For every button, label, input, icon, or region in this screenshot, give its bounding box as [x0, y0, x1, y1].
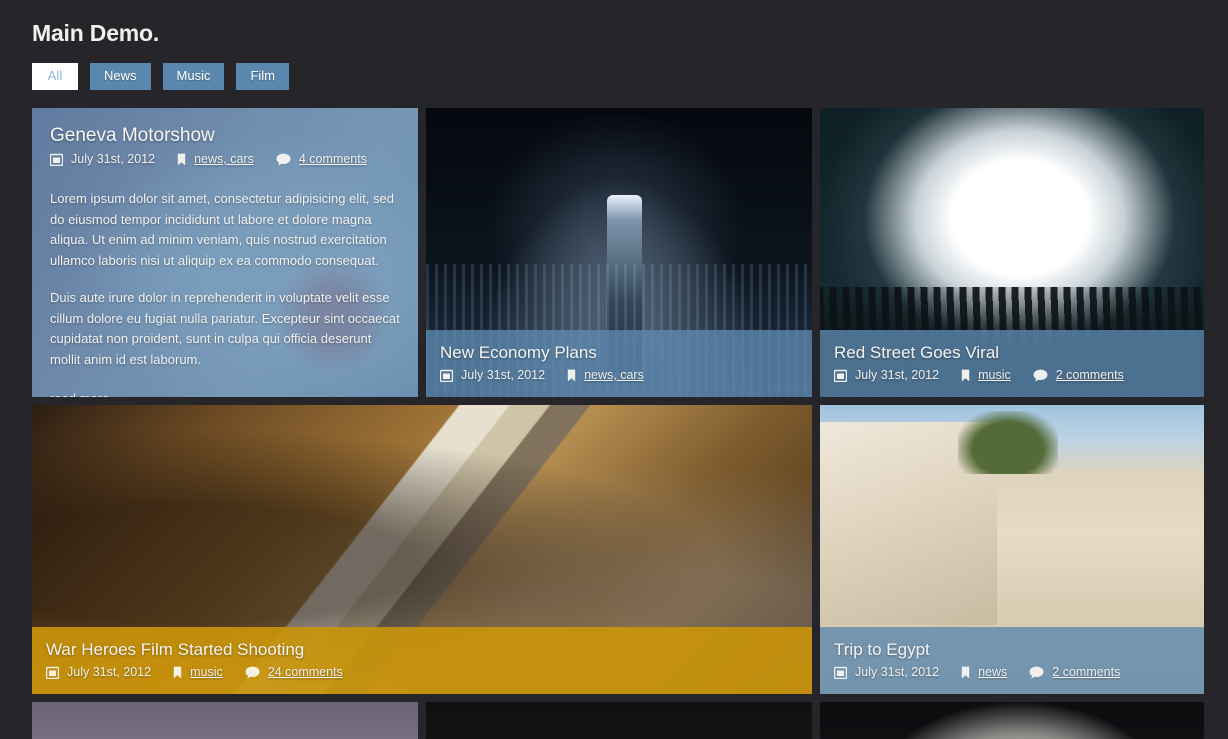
post-meta: July 31st, 2012 music 2 comments [833, 367, 1190, 383]
calendar-icon [439, 369, 454, 382]
post-card-row3-3[interactable] [820, 702, 1204, 739]
meta-tags: music [173, 664, 223, 680]
post-body-paragraph-1: Lorem ipsum dolor sit amet, consectetur … [50, 191, 394, 268]
post-meta: July 31st, 2012 news, cars [49, 151, 400, 167]
filter-music[interactable]: Music [162, 63, 225, 90]
calendar-icon [833, 369, 848, 382]
post-title: Geneva Motorshow [50, 125, 215, 146]
meta-date-text: July 31st, 2012 [67, 665, 152, 679]
meta-comments: 4 comments [276, 151, 367, 167]
post-title: New Economy Plans [440, 343, 597, 362]
post-card-geneva[interactable]: Geneva Motorshow July 31st, 2012 news, c… [32, 108, 418, 397]
post-card-warheroes[interactable]: War Heroes Film Started Shooting July 31… [32, 405, 812, 694]
bookmark-icon [567, 369, 576, 382]
speech-bubble-icon [1033, 369, 1048, 382]
post-image-row3-2 [426, 702, 812, 739]
meta-date: July 31st, 2012 [439, 367, 546, 383]
meta-tags: music [961, 367, 1011, 383]
meta-comments: 2 comments [1033, 367, 1124, 383]
meta-date-text: July 31st, 2012 [461, 368, 546, 382]
post-card-row3-1[interactable] [32, 702, 418, 739]
grid-row-1: Geneva Motorshow July 31st, 2012 news, c… [32, 108, 1204, 397]
post-image-row3-3 [820, 702, 1204, 739]
read-more-link[interactable]: read more » [50, 391, 120, 397]
meta-comments: 24 comments [245, 664, 343, 680]
bookmark-icon [961, 666, 970, 679]
meta-date: July 31st, 2012 [833, 664, 940, 680]
post-card-redstreet[interactable]: Red Street Goes Viral July 31st, 2012 mu… [820, 108, 1204, 397]
speech-bubble-icon [245, 666, 260, 679]
post-caption-redstreet: Red Street Goes Viral July 31st, 2012 mu… [820, 330, 1204, 397]
bookmark-icon [961, 369, 970, 382]
grid-row-2: War Heroes Film Started Shooting July 31… [32, 405, 1204, 694]
meta-tags: news, cars [177, 151, 254, 167]
meta-tags-text[interactable]: news, cars [584, 367, 644, 383]
post-grid: Geneva Motorshow July 31st, 2012 news, c… [32, 108, 1204, 739]
page-root: Main Demo. All News Music Film Geneva Mo… [0, 0, 1228, 739]
post-caption-egypt: Trip to Egypt July 31st, 2012 news 2 com… [820, 627, 1204, 694]
meta-date: July 31st, 2012 [45, 664, 152, 680]
meta-comments-text[interactable]: 4 comments [299, 151, 367, 167]
filter-all[interactable]: All [32, 63, 78, 90]
filter-bar: All News Music Film [32, 63, 1228, 90]
speech-bubble-icon [1029, 666, 1044, 679]
speech-bubble-icon [276, 153, 291, 166]
post-card-row3-2[interactable] [426, 702, 812, 739]
bookmark-icon [173, 666, 182, 679]
post-meta: July 31st, 2012 music 24 comments [45, 664, 798, 680]
meta-date: July 31st, 2012 [833, 367, 940, 383]
post-image-row3-1 [32, 702, 418, 739]
meta-tags-text[interactable]: news, cars [194, 151, 254, 167]
grid-row-3 [32, 702, 1204, 739]
post-meta: July 31st, 2012 news 2 comments [833, 664, 1190, 680]
meta-date-text: July 31st, 2012 [855, 665, 940, 679]
post-body: Lorem ipsum dolor sit amet, consectetur … [50, 189, 400, 370]
filter-film[interactable]: Film [236, 63, 290, 90]
calendar-icon [49, 153, 64, 166]
meta-tags: news, cars [567, 367, 644, 383]
meta-tags: news [961, 664, 1007, 680]
meta-date-text: July 31st, 2012 [71, 152, 156, 166]
post-caption-economy: New Economy Plans July 31st, 2012 news, … [426, 330, 812, 397]
page-header: Main Demo. All News Music Film [0, 0, 1228, 90]
post-title: Trip to Egypt [834, 640, 930, 659]
post-body-paragraph-2: Duis aute irure dolor in reprehenderit i… [50, 290, 400, 367]
meta-date-text: July 31st, 2012 [855, 368, 940, 382]
meta-comments-text[interactable]: 2 comments [1056, 367, 1124, 383]
bookmark-icon [177, 153, 186, 166]
meta-comments-text[interactable]: 24 comments [268, 664, 343, 680]
meta-date: July 31st, 2012 [49, 151, 156, 167]
post-title: Red Street Goes Viral [834, 343, 1000, 362]
meta-comments-text[interactable]: 2 comments [1052, 664, 1120, 680]
page-title: Main Demo. [32, 20, 160, 46]
post-meta: July 31st, 2012 news, cars [439, 367, 798, 383]
meta-tags-text[interactable]: music [978, 367, 1011, 383]
meta-tags-text[interactable]: news [978, 664, 1007, 680]
calendar-icon [833, 666, 848, 679]
post-title: War Heroes Film Started Shooting [46, 640, 305, 659]
meta-comments: 2 comments [1029, 664, 1120, 680]
post-card-economy[interactable]: New Economy Plans July 31st, 2012 news, … [426, 108, 812, 397]
post-card-egypt[interactable]: Trip to Egypt July 31st, 2012 news 2 com… [820, 405, 1204, 694]
calendar-icon [45, 666, 60, 679]
filter-news[interactable]: News [90, 63, 151, 90]
post-overlay-geneva: Geneva Motorshow July 31st, 2012 news, c… [32, 108, 418, 397]
post-caption-warheroes: War Heroes Film Started Shooting July 31… [32, 627, 812, 694]
meta-tags-text[interactable]: music [190, 664, 223, 680]
